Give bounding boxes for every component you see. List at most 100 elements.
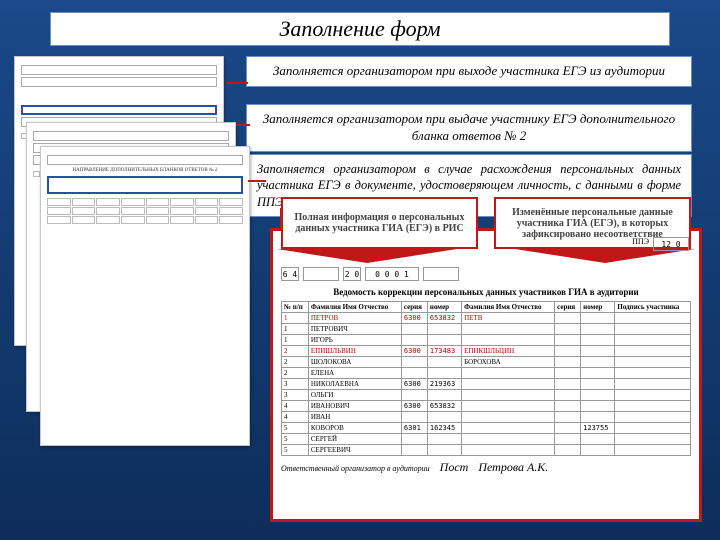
cell-rfio: ПЕТВ (462, 313, 555, 324)
cell-ln: 173483 (427, 346, 461, 357)
connector-line (226, 82, 248, 84)
detail-form: Полная информация о персональных данных … (270, 228, 702, 522)
cell-ln (427, 357, 461, 368)
table-row: 1ПЕТРОВИЧ (282, 324, 691, 335)
th-nomer-right: номер (581, 302, 615, 313)
banner-full-data-text: Полная информация о персональных данных … (289, 212, 470, 234)
cell-rfio (462, 390, 555, 401)
slide-title: Заполнение форм (50, 12, 670, 46)
cell-sign (615, 412, 691, 423)
cell-ln (427, 324, 461, 335)
table-row: 5СЕРГЕЕВИЧ (282, 445, 691, 456)
cell-rfio (462, 335, 555, 346)
ppe-label: ППЭ (632, 237, 649, 251)
cell-rs (555, 357, 581, 368)
cell-lfio: ШОЛОКОВА (308, 357, 401, 368)
cell-ls: 6300 (401, 346, 427, 357)
cell-rn (581, 412, 615, 423)
cell-n: 2 (282, 346, 309, 357)
cell-rn (581, 379, 615, 390)
th-fio-right: Фамилия Имя Отчество (462, 302, 555, 313)
cell-rs (555, 412, 581, 423)
cell-rs (555, 401, 581, 412)
cell-rfio: БОРОХОВА (462, 357, 555, 368)
cell-rs (555, 390, 581, 401)
footer-label: Ответственный организатор в аудитории (281, 464, 430, 473)
cell-ls (401, 390, 427, 401)
cell-rfio (462, 379, 555, 390)
cell-n: 1 (282, 313, 309, 324)
cell-lfio: ИВАНОВИЧ (308, 401, 401, 412)
cell-sign (615, 324, 691, 335)
callout-extra-blank: Заполняется организатором при выдаче уча… (246, 104, 692, 152)
cell-ln (427, 390, 461, 401)
cell-rn (581, 335, 615, 346)
cell-lfio: КОВОРОВ (308, 423, 401, 434)
cell-ls (401, 412, 427, 423)
cell-sign (615, 335, 691, 346)
table-row: 1ПЕТРОВ6300653832ПЕТВ (282, 313, 691, 324)
correction-table: № п/п Фамилия Имя Отчество серия номер Ф… (281, 301, 691, 456)
table-row: 5КОВОРОВ6301162345123755 (282, 423, 691, 434)
code-c: 2 0 (343, 267, 361, 281)
cell-lfio: ПЕТРОВИЧ (308, 324, 401, 335)
table-row: 2ЕЛЕНА (282, 368, 691, 379)
cell-lfio: НИКОЛАЕВНА (308, 379, 401, 390)
cell-ln: 653832 (427, 313, 461, 324)
cell-rn (581, 313, 615, 324)
cell-rn (581, 346, 615, 357)
th-seria-right: серия (555, 302, 581, 313)
footer-row: Ответственный организатор в аудитории По… (281, 460, 691, 475)
header-codes: 6 4 2 0 0 0 0 1 (281, 267, 691, 281)
cell-rfio (462, 434, 555, 445)
cell-rfio (462, 324, 555, 335)
cell-rs (555, 335, 581, 346)
cell-ln (427, 368, 461, 379)
cell-ln (427, 434, 461, 445)
cell-n: 4 (282, 401, 309, 412)
cell-n: 1 (282, 335, 309, 346)
cell-ln: 219363 (427, 379, 461, 390)
cell-ln (427, 412, 461, 423)
cell-rfio (462, 401, 555, 412)
cell-rn (581, 368, 615, 379)
th-seria-left: серия (401, 302, 427, 313)
cell-ln: 162345 (427, 423, 461, 434)
cell-n: 2 (282, 368, 309, 379)
cell-rs (555, 346, 581, 357)
cell-sign (615, 346, 691, 357)
cell-n: 3 (282, 379, 309, 390)
cell-n: 1 (282, 324, 309, 335)
cell-n: 5 (282, 434, 309, 445)
cell-sign (615, 313, 691, 324)
cell-lfio: ИВАН (308, 412, 401, 423)
th-num: № п/п (282, 302, 309, 313)
cell-ls (401, 335, 427, 346)
code-b (303, 267, 339, 281)
cell-rs (555, 368, 581, 379)
table-row: 3НИКОЛАЕВНА6300219363 (282, 379, 691, 390)
table-row: 5СЕРГЕЙ (282, 434, 691, 445)
ppe-value: 12 0 (653, 237, 689, 251)
cell-rn: 123755 (581, 423, 615, 434)
code-a: 6 4 (281, 267, 299, 281)
cell-lfio: ОЛЬГИ (308, 390, 401, 401)
cell-n: 4 (282, 412, 309, 423)
cell-rs (555, 324, 581, 335)
cell-ls: 6300 (401, 379, 427, 390)
ppe-box: ППЭ 12 0 (632, 237, 689, 251)
cell-rs (555, 423, 581, 434)
callout-exit: Заполняется организатором при выходе уча… (246, 56, 692, 87)
th-fio-left: Фамилия Имя Отчество (308, 302, 401, 313)
cell-n: 5 (282, 423, 309, 434)
cell-rfio: ЕПИКШЛЬЦИН (462, 346, 555, 357)
cell-ln: 653832 (427, 401, 461, 412)
cell-rfio (462, 368, 555, 379)
table-row: 2ШОЛОКОВАБОРОХОВА (282, 357, 691, 368)
cell-ls (401, 445, 427, 456)
cell-ln (427, 445, 461, 456)
cell-sign (615, 379, 691, 390)
cell-ls (401, 434, 427, 445)
code-e (423, 267, 459, 281)
table-row: 4ИВАНОВИЧ6300653832 (282, 401, 691, 412)
